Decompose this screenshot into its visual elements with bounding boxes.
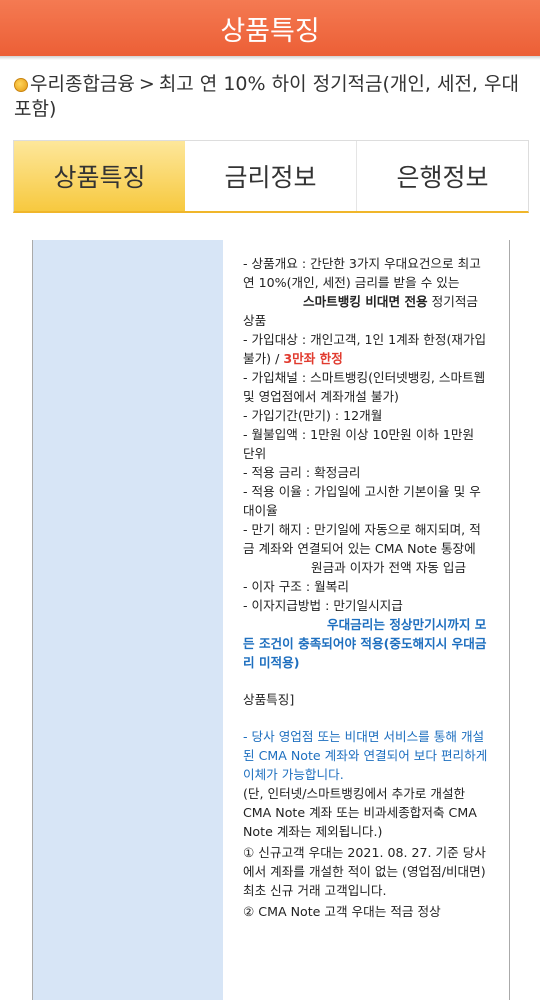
target-line: - 가입대상 : 개인고객, 1인 1계좌 한정(재가입 불가) / 3만좌 한… (243, 330, 489, 368)
tab-features[interactable]: 상품특징 (14, 141, 185, 211)
bullet-icon (14, 77, 28, 92)
table-label-column (33, 240, 223, 1000)
header-bar: 상품특징 (0, 0, 540, 60)
maturity-text-2: 원금과 이자가 전액 자동 입금 (311, 560, 467, 575)
header-shadow (0, 56, 540, 60)
channel-line: - 가입채널 : 스마트뱅킹(인터넷뱅킹, 스마트웹 및 영업점에서 계좌개설 … (243, 370, 486, 404)
product-details-table: - 상품개요 : 간단한 3가지 우대요건으로 최고 연 10%(개인, 세전)… (32, 240, 510, 1000)
tab-bank-info[interactable]: 은행정보 (357, 141, 528, 211)
period-line: - 가입기간(만기) : 12개월 (243, 408, 383, 423)
target-text: - 가입대상 : 개인고객, 1인 1계좌 한정(재가입 불가) / (243, 332, 487, 366)
maturity-text: - 만기 해지 : 만기일에 자동으로 해지되며, 적금 계좌와 연결되어 있는… (243, 522, 481, 556)
exclusion-note: (단, 인터넷/스마트뱅킹에서 추가로 개설한 CMA Note 계좌 또는 비… (243, 786, 477, 839)
interest-structure-line: - 이자 구조 : 월복리 (243, 579, 349, 594)
tab-bar: 상품특징 금리정보 은행정보 (13, 140, 529, 213)
page-title: 상품특징 (220, 15, 320, 47)
rate-applied-line: - 적용 금리 : 확정금리 (243, 465, 361, 480)
tab-rate-info[interactable]: 금리정보 (185, 141, 357, 211)
new-customer-note: ① 신규고객 우대는 2021. 08. 27. 기준 당사에서 계좌를 개설한… (243, 845, 486, 898)
features-heading: 상품특징] (243, 692, 295, 707)
cma-customer-note: ② CMA Note 고객 우대는 적금 정상 (243, 904, 441, 919)
overview-line: - 상품개요 : 간단한 3가지 우대요건으로 최고 연 10%(개인, 세전)… (243, 254, 489, 330)
breadcrumb-separator: > (138, 73, 155, 95)
preferential-note-text: 우대금리는 정상만기시까지 모든 조건이 충족되어야 적용(중도해지시 우대금리… (243, 617, 487, 670)
cma-link-note: - 당사 영업점 또는 비대면 서비스를 통해 개설된 CMA Note 계좌와… (243, 729, 488, 782)
rate-interest-line: - 적용 이율 : 가입일에 고시한 기본이율 및 우대이율 (243, 484, 481, 518)
interest-payment-line: - 이자지급방법 : 만기일시지급 (243, 598, 403, 613)
limited-quota: 3만좌 한정 (283, 351, 343, 366)
overview-text: - 상품개요 : 간단한 3가지 우대요건으로 최고 연 10%(개인, 세전)… (243, 256, 481, 290)
overview-bold: 스마트뱅킹 비대면 전용 (303, 294, 428, 309)
product-details-text: - 상품개요 : 간단한 3가지 우대요건으로 최고 연 10%(개인, 세전)… (243, 254, 489, 921)
breadcrumb: 우리종합금융 > 최고 연 10% 하이 정기적금(개인, 세전, 우대 포함) (14, 72, 534, 122)
monthly-line: - 월불입액 : 1만원 이상 10만원 이하 1만원 단위 (243, 427, 475, 461)
maturity-line: - 만기 해지 : 만기일에 자동으로 해지되며, 적금 계좌와 연결되어 있는… (243, 520, 489, 577)
preferential-note: 우대금리는 정상만기시까지 모든 조건이 충족되어야 적용(중도해지시 우대금리… (243, 615, 489, 672)
breadcrumb-parent[interactable]: 우리종합금융 (30, 73, 135, 95)
